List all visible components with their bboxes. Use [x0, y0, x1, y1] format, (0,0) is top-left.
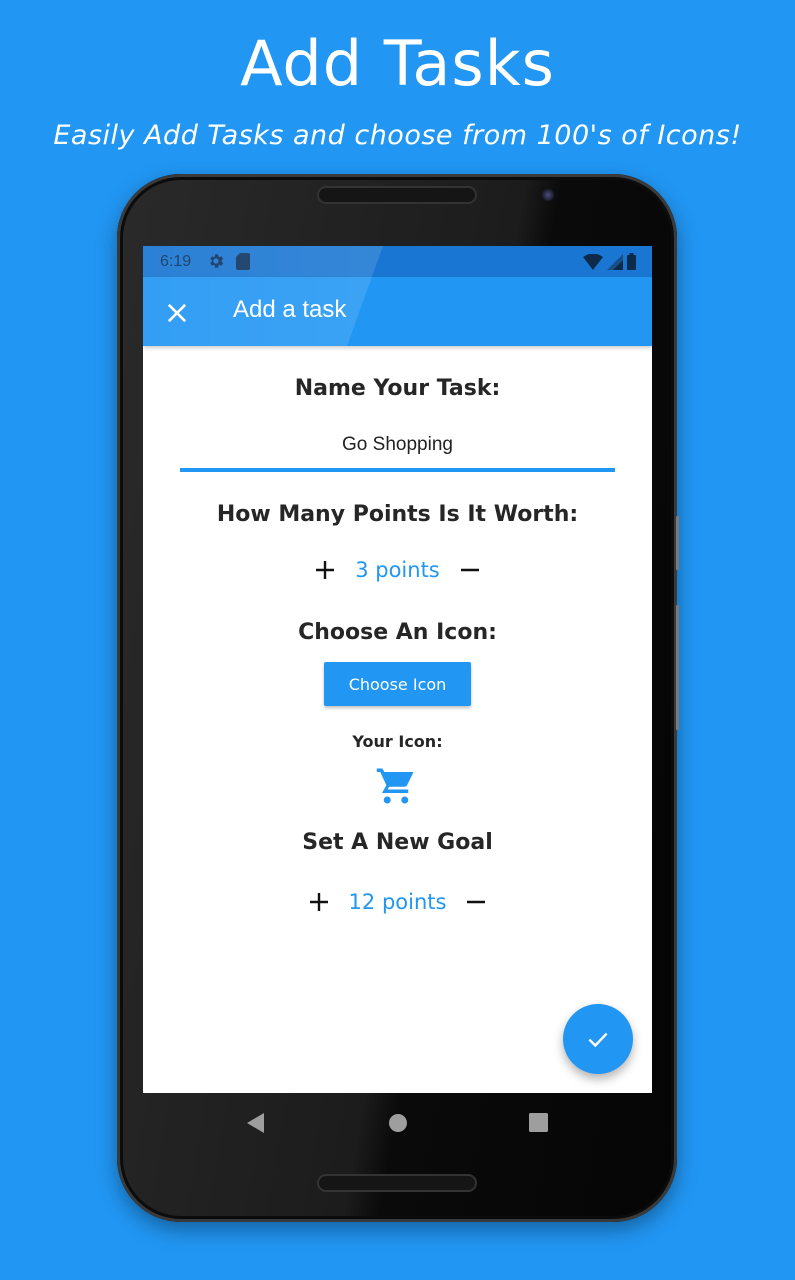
status-bar: 6:19	[143, 246, 652, 277]
goal-stepper: 12 points	[143, 882, 652, 922]
points-value: 3 points	[355, 558, 440, 582]
battery-icon	[627, 253, 636, 275]
points-increment-button[interactable]	[305, 550, 345, 590]
plus-icon	[309, 893, 328, 911]
task-name-input[interactable]	[180, 422, 615, 472]
promo-subtitle: Easily Add Tasks and choose from 100's o…	[53, 120, 742, 151]
name-heading: Name Your Task:	[294, 376, 501, 401]
home-icon	[389, 1114, 407, 1132]
choose-icon-button[interactable]: Choose Icon	[324, 662, 471, 706]
phone-screen: 6:19 Add a task Name Your Task: How Many…	[143, 246, 652, 1093]
nav-back-button[interactable]	[247, 1113, 265, 1138]
minus-icon	[467, 900, 486, 904]
points-heading: How Many Points Is It Worth:	[216, 502, 579, 527]
icon-heading: Choose An Icon:	[298, 620, 497, 645]
goal-heading: Set A New Goal	[302, 830, 493, 855]
navigation-bar	[143, 1093, 652, 1151]
plus-icon	[316, 561, 335, 579]
power-button	[676, 605, 679, 730]
recents-icon	[529, 1113, 548, 1132]
app-bar-title: Add a task	[233, 296, 347, 323]
volume-button	[676, 516, 679, 570]
signal-icon	[607, 254, 623, 275]
shopping-cart-icon	[375, 765, 417, 812]
gear-icon	[207, 252, 225, 275]
bottom-speaker	[317, 1174, 477, 1192]
points-stepper: 3 points	[143, 550, 652, 590]
goal-value: 12 points	[348, 890, 447, 914]
sd-card-icon	[236, 253, 250, 275]
goal-increment-button[interactable]	[299, 882, 339, 922]
promo-title: Add Tasks	[240, 27, 555, 100]
close-button[interactable]	[163, 299, 191, 327]
save-task-fab[interactable]	[563, 1004, 633, 1074]
nav-recents-button[interactable]	[529, 1113, 548, 1137]
check-icon	[588, 1032, 608, 1048]
nav-home-button[interactable]	[388, 1113, 408, 1138]
top-speaker	[317, 186, 477, 204]
points-decrement-button[interactable]	[450, 550, 490, 590]
minus-icon	[460, 568, 479, 572]
back-icon	[247, 1113, 264, 1133]
front-camera	[542, 189, 554, 201]
app-bar: Add a task	[143, 277, 652, 346]
status-time: 6:19	[160, 253, 192, 270]
your-icon-label: Your Icon:	[352, 732, 443, 751]
wifi-icon	[583, 253, 603, 275]
goal-decrement-button[interactable]	[456, 882, 496, 922]
close-icon	[167, 303, 187, 323]
